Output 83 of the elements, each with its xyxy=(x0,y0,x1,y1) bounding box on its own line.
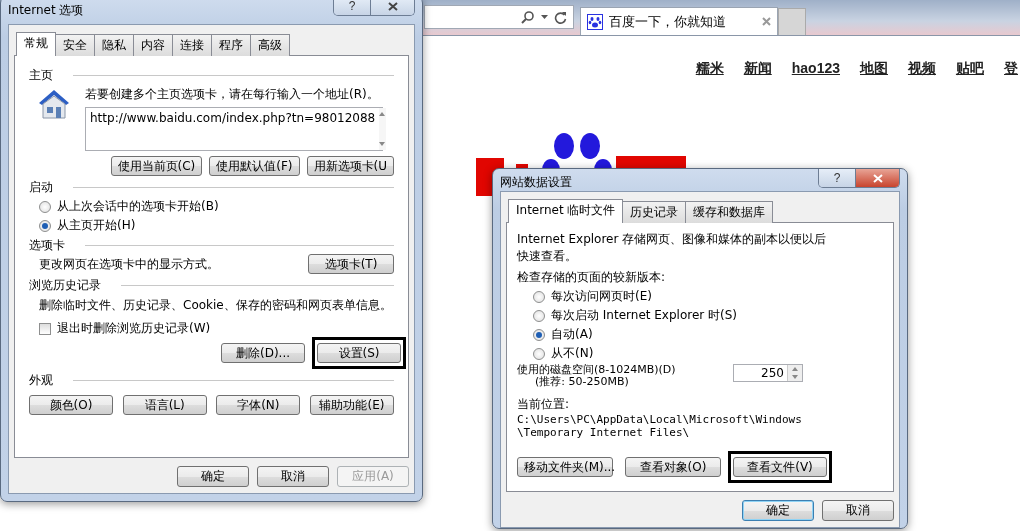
scroll-down-icon[interactable] xyxy=(379,142,387,146)
close-icon[interactable] xyxy=(762,17,771,26)
tab[interactable]: 历史记录 xyxy=(622,201,687,223)
description-text: Internet Explorer 存储网页、图像和媒体的副本以便以后快速查看。 xyxy=(517,231,828,265)
section-heading: 检查存储的页面的较新版本: xyxy=(517,269,667,286)
radio-label: 每次访问网页时(E) xyxy=(551,288,652,305)
checkbox[interactable] xyxy=(39,322,51,335)
section-heading: 当前位置: xyxy=(517,396,571,413)
dialog-button[interactable]: 语言(L) xyxy=(122,395,207,415)
refresh-icon[interactable] xyxy=(554,10,567,24)
nav-link[interactable]: 贴吧 xyxy=(956,60,984,78)
dialog-button[interactable]: 设置(S) xyxy=(317,343,401,363)
dropdown-icon[interactable] xyxy=(541,15,548,19)
tab[interactable]: 内容 xyxy=(133,34,173,56)
nav-link[interactable]: 糯米 xyxy=(695,60,724,78)
dialog-button[interactable]: 选项卡(T) xyxy=(308,254,394,274)
tab[interactable]: 高级 xyxy=(250,34,290,56)
tab[interactable]: 安全 xyxy=(55,34,95,56)
radio-label: 每次启动 Internet Explorer 时(S) xyxy=(551,307,738,324)
section-heading: 选项卡 xyxy=(29,237,65,254)
radio-button[interactable] xyxy=(533,347,545,360)
radio-label: 从主页开始(H) xyxy=(57,217,136,234)
search-icon[interactable] xyxy=(521,10,535,24)
nav-link[interactable]: 新闻 xyxy=(743,60,772,78)
help-button[interactable]: ? xyxy=(334,0,370,15)
dialog-button[interactable]: 辅助功能(E) xyxy=(309,395,394,415)
radio-button[interactable] xyxy=(533,309,545,322)
radio-label: 自动(A) xyxy=(551,326,593,343)
dialog-button[interactable]: 使用默认值(F) xyxy=(209,156,300,176)
nav-link[interactable]: hao123 xyxy=(791,60,840,78)
dialog-button[interactable]: 使用当前页(C) xyxy=(110,156,203,176)
url-field[interactable]: http://www.baidu.com/index.php?tn=98012088 xyxy=(85,107,383,151)
window-title: 网站数据设置 xyxy=(500,174,573,191)
tab[interactable]: 常规 xyxy=(16,32,56,56)
nav-link[interactable]: 登 xyxy=(1004,60,1018,78)
radio-button[interactable] xyxy=(39,219,51,232)
section-heading: 外观 xyxy=(29,372,53,389)
house-icon xyxy=(37,88,71,120)
disk-space-field[interactable]: 250 xyxy=(733,364,803,382)
radio-button[interactable] xyxy=(533,328,545,341)
spin-up-icon[interactable] xyxy=(791,367,799,371)
close-button[interactable] xyxy=(855,169,899,187)
scroll-up-icon[interactable] xyxy=(379,112,387,116)
tab[interactable]: 连接 xyxy=(172,34,212,56)
dialog-button[interactable]: 查看文件(V) xyxy=(733,457,827,477)
checkbox-label: 退出时删除浏览历史记录(W) xyxy=(57,320,211,337)
close-icon xyxy=(872,173,883,183)
spin-down-icon[interactable] xyxy=(791,375,799,379)
dialog-button[interactable]: 用新选项卡(U xyxy=(306,156,394,176)
dialog-button[interactable]: 取消 xyxy=(822,500,894,521)
window-title: Internet 选项 xyxy=(8,2,85,19)
radio-button[interactable] xyxy=(39,200,51,213)
dialog-button[interactable]: 字体(N) xyxy=(216,395,301,415)
paw-icon xyxy=(587,13,603,30)
section-heading: 启动 xyxy=(29,179,53,196)
browser-tab[interactable]: 百度一下，你就知道 xyxy=(580,7,778,35)
description-text: 更改网页在选项卡中的显示方式。 xyxy=(39,255,219,273)
location-path: C:\Users\PC\AppData\Local\Microsoft\Windows\Temporary Internet Files\ xyxy=(517,413,803,439)
description-text: 删除临时文件、历史记录、Cookie、保存的密码和网页表单信息。 xyxy=(39,298,392,312)
radio-label: 从不(N) xyxy=(551,345,594,362)
tab[interactable]: Internet 临时文件 xyxy=(508,199,624,223)
dialog-button[interactable]: 确定 xyxy=(742,500,814,521)
radio-button[interactable] xyxy=(533,290,545,303)
dialog-button[interactable]: 删除(D)... xyxy=(221,343,305,363)
close-icon xyxy=(387,1,398,11)
disk-space-label: 使用的磁盘空间(8-1024MB)(D) xyxy=(517,364,676,376)
nav-link[interactable]: 视频 xyxy=(908,60,936,78)
section-heading: 主页 xyxy=(29,67,53,84)
radio-label: 从上次会话中的选项卡开始(B) xyxy=(57,198,219,215)
dialog-button[interactable]: 确定 xyxy=(177,466,249,487)
tab[interactable]: 缓存和数据库 xyxy=(685,201,774,223)
recommended-text: (推荐: 50-250MB) xyxy=(534,376,630,388)
instruction-text: 若要创建多个主页选项卡，请在每行输入一个地址(R)。 xyxy=(85,86,380,103)
dialog-button[interactable]: 查看对象(O) xyxy=(625,457,721,477)
close-button[interactable] xyxy=(370,0,414,15)
dialog-button[interactable]: 颜色(O) xyxy=(29,395,113,415)
tab[interactable]: 隐私 xyxy=(94,34,134,56)
dialog-button[interactable]: 取消 xyxy=(257,466,329,487)
dialog-button[interactable]: 移动文件夹(M)... xyxy=(517,457,613,477)
tab[interactable]: 程序 xyxy=(211,34,251,56)
help-button[interactable]: ? xyxy=(819,169,855,187)
nav-link[interactable]: 地图 xyxy=(860,60,888,78)
section-heading: 浏览历史记录 xyxy=(29,277,101,294)
